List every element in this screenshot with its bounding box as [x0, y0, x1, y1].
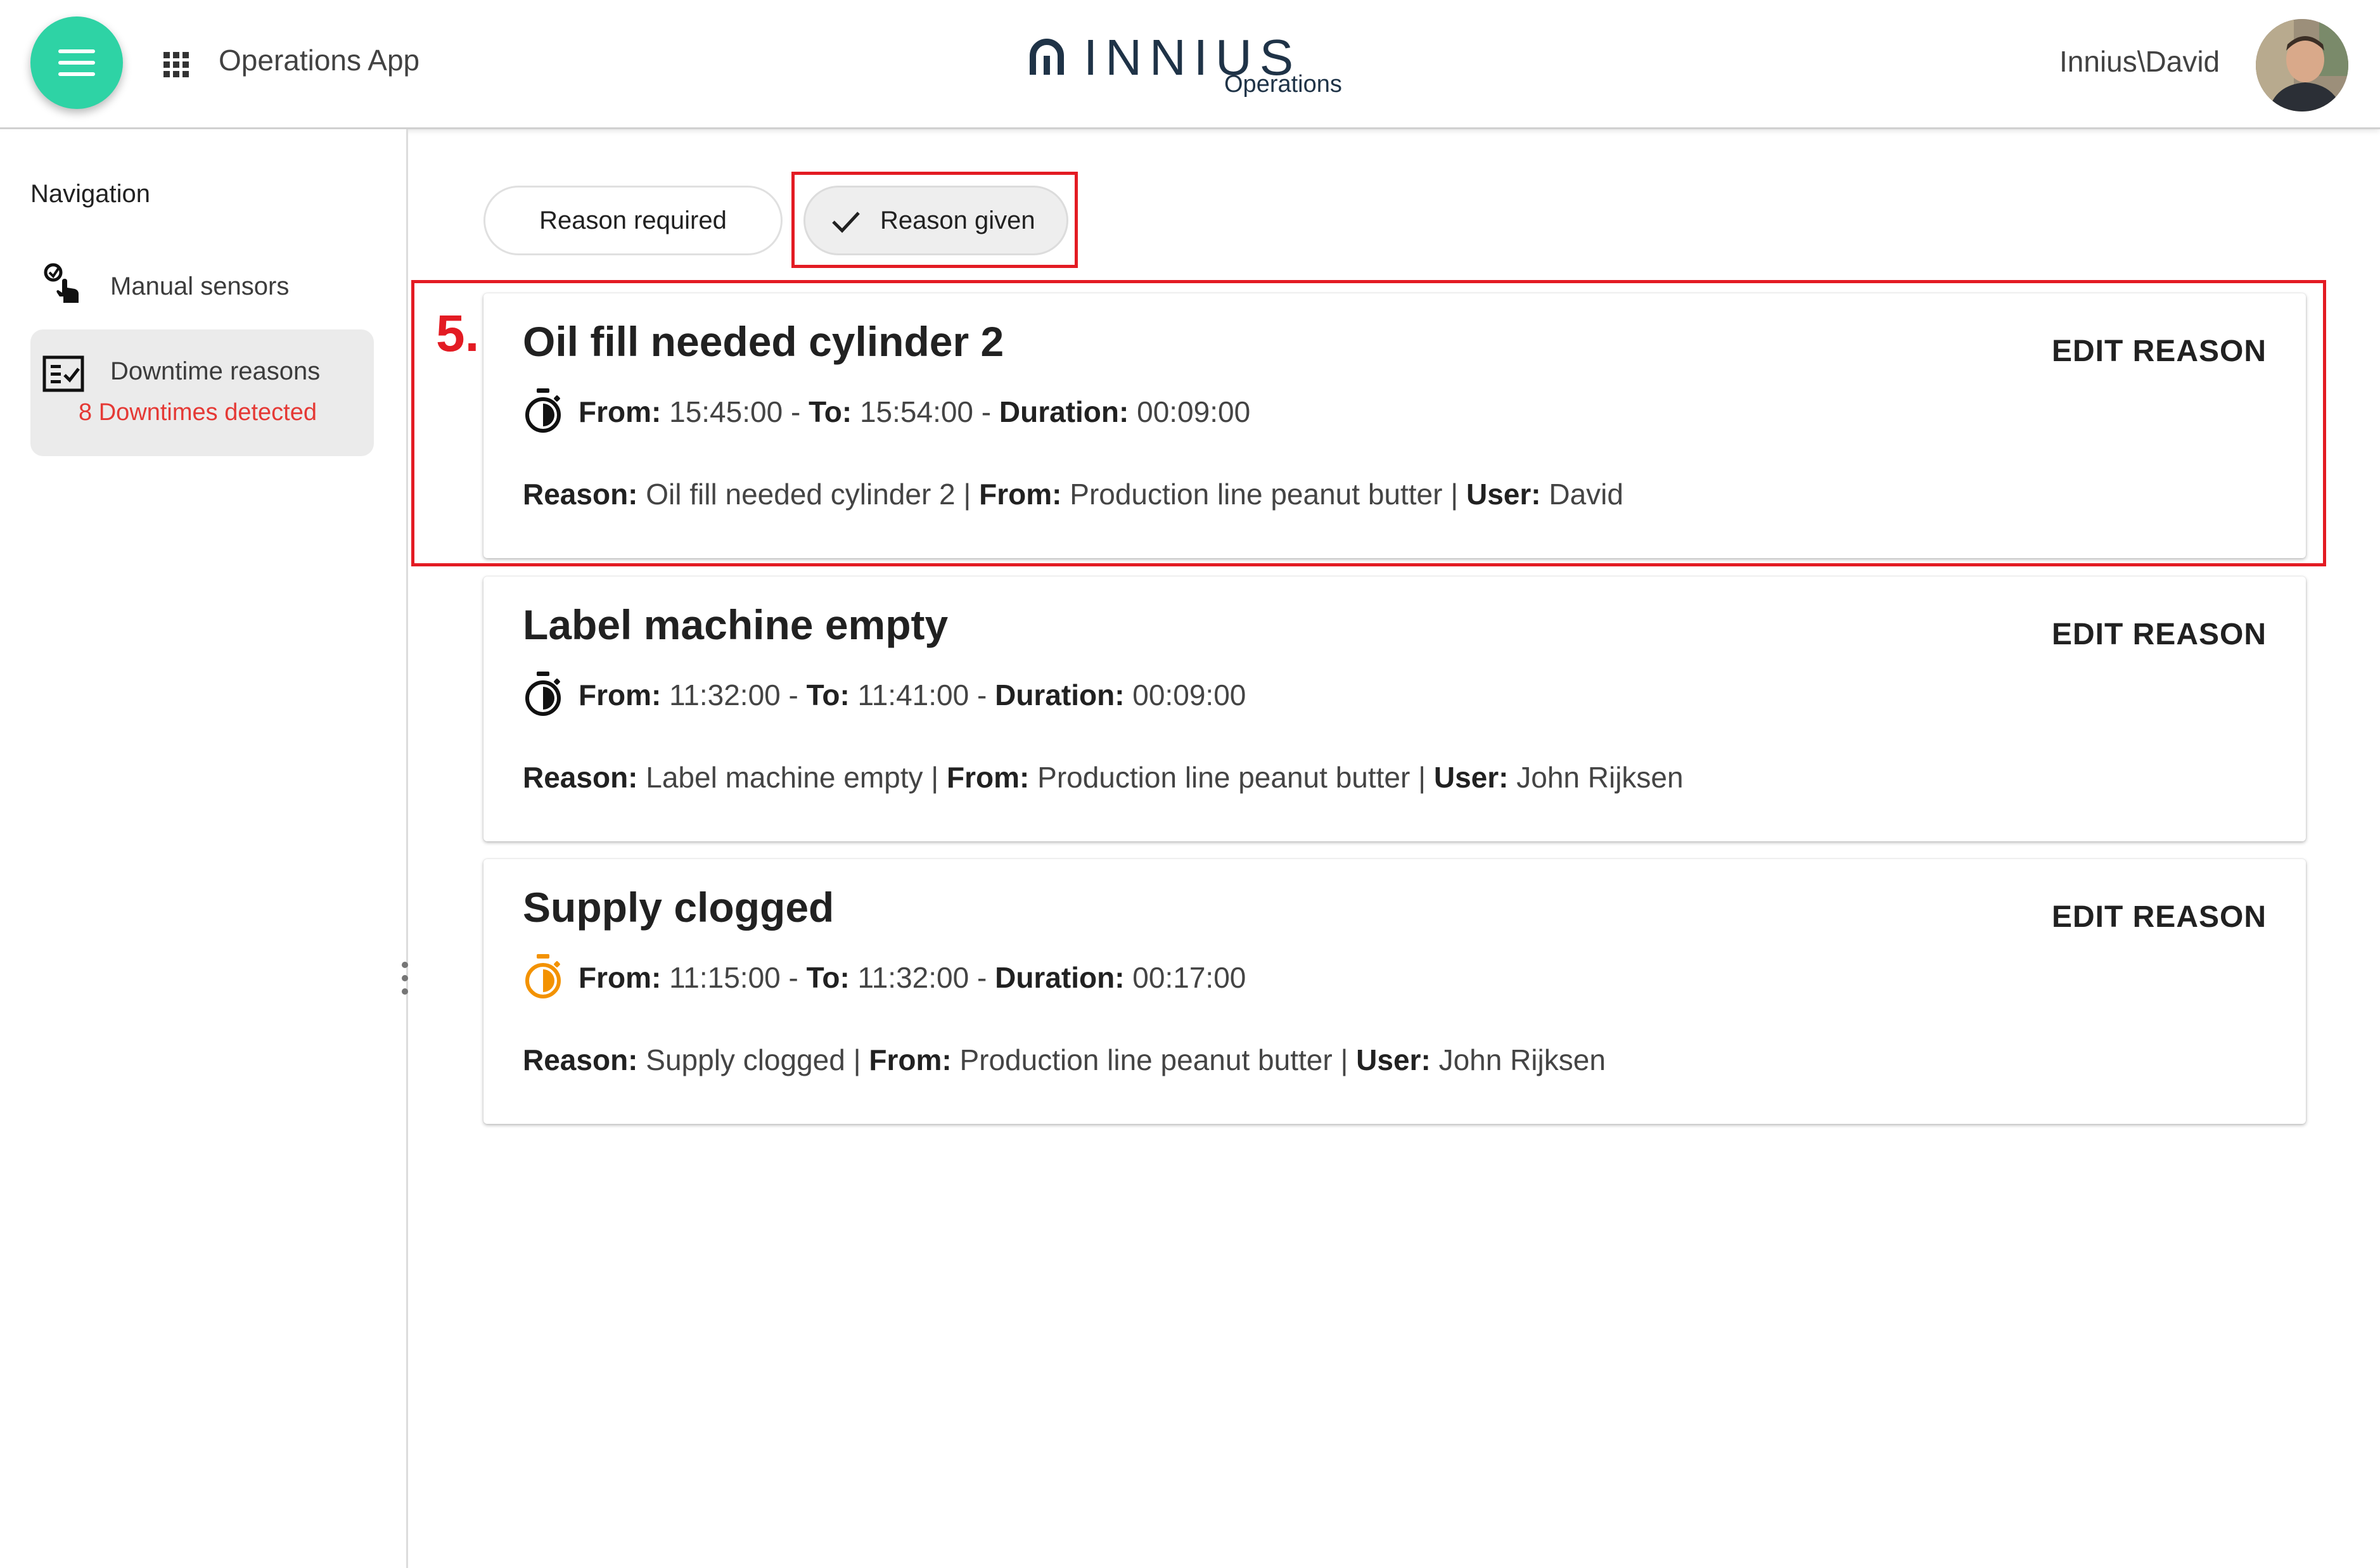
source-label: From:: [947, 761, 1030, 794]
source-value: Production line peanut butter: [959, 1043, 1333, 1076]
to-value: 11:41:00: [857, 679, 969, 711]
sidebar: Navigation Manual sensors Downtime reaso…: [0, 129, 408, 1568]
user-label: User:: [1433, 761, 1509, 794]
user-label: User:: [1356, 1043, 1431, 1076]
user-value: John Rijksen: [1438, 1043, 1606, 1076]
step-number: 5.: [436, 305, 480, 362]
downtime-card: Label machine empty EDIT REASON From: 11…: [483, 577, 2306, 841]
downtime-time-range: From: 11:15:00 - To: 11:32:00 - Duration…: [579, 960, 1246, 995]
reason-value: Supply clogged: [646, 1043, 845, 1076]
app-header: Operations App INNIUS Operations Innius\…: [0, 0, 2380, 129]
from-label: From:: [579, 961, 662, 994]
to-label: To:: [806, 961, 850, 994]
user-avatar[interactable]: [2256, 19, 2348, 112]
sidebar-item-label: Downtime reasons: [110, 357, 321, 385]
to-label: To:: [806, 679, 850, 711]
reason-value: Label machine empty: [646, 761, 923, 794]
duration-value: 00:09:00: [1137, 395, 1251, 428]
separator: -: [790, 395, 801, 428]
avatar-photo: [2256, 19, 2348, 112]
brand-logo: INNIUS Operations: [1027, 29, 1356, 105]
app-title[interactable]: Operations App: [219, 43, 419, 77]
sidebar-item-manual-sensors[interactable]: Manual sensors: [30, 252, 374, 322]
to-value: 11:32:00: [857, 961, 969, 994]
edit-reason-button[interactable]: EDIT REASON: [2052, 334, 2267, 369]
highlight-box-filter: [791, 172, 1078, 268]
downtime-time-range: From: 15:45:00 - To: 15:54:00 - Duration…: [579, 395, 1250, 429]
separator: |: [1418, 761, 1426, 794]
user-value: David: [1549, 478, 1623, 511]
separator: |: [931, 761, 939, 794]
source-value: Production line peanut butter: [1070, 478, 1443, 511]
to-value: 15:54:00: [859, 395, 974, 428]
downtime-reason-details: Reason: Label machine empty | From: Prod…: [523, 760, 1684, 794]
timer-icon: [525, 388, 561, 433]
separator: -: [981, 395, 992, 428]
downtime-time-range: From: 11:32:00 - To: 11:41:00 - Duration…: [579, 678, 1246, 712]
checklist-icon: [42, 355, 84, 392]
downtime-title: Supply clogged: [523, 884, 835, 931]
user-name[interactable]: Innius\David: [2059, 44, 2220, 79]
downtime-reason-details: Reason: Supply clogged | From: Productio…: [523, 1043, 1606, 1077]
duration-label: Duration:: [995, 679, 1125, 711]
reason-label: Reason:: [523, 478, 638, 511]
separator: -: [788, 961, 798, 994]
downtime-reason-details: Reason: Oil fill needed cylinder 2 | Fro…: [523, 477, 1623, 511]
edit-reason-button[interactable]: EDIT REASON: [2052, 900, 2267, 934]
timer-icon: [525, 672, 561, 716]
menu-button[interactable]: [30, 16, 123, 109]
duration-value: 00:17:00: [1132, 961, 1246, 994]
from-label: From:: [579, 395, 662, 428]
separator: -: [976, 679, 987, 711]
duration-label: Duration:: [995, 961, 1125, 994]
separator: |: [853, 1043, 861, 1076]
innius-logo-icon: [1030, 39, 1064, 75]
source-value: Production line peanut butter: [1037, 761, 1411, 794]
separator: |: [963, 478, 971, 511]
filter-chip-reason-required[interactable]: Reason required: [483, 186, 783, 255]
downtime-title: Oil fill needed cylinder 2: [523, 318, 1004, 365]
downtime-count-badge: 8 Downtimes detected: [79, 399, 317, 426]
from-value: 11:32:00: [669, 679, 781, 711]
brand-subtitle: Operations: [1224, 71, 1342, 98]
from-value: 15:45:00: [669, 395, 783, 428]
duration-label: Duration:: [999, 395, 1129, 428]
downtime-card: Supply clogged EDIT REASON From: 11:15:0…: [483, 859, 2306, 1124]
separator: -: [788, 679, 798, 711]
sidebar-item-label: Manual sensors: [110, 272, 290, 300]
edit-reason-button[interactable]: EDIT REASON: [2052, 617, 2267, 652]
to-label: To:: [809, 395, 852, 428]
timer-icon: [525, 954, 561, 998]
reason-label: Reason:: [523, 1043, 638, 1076]
user-label: User:: [1466, 478, 1541, 511]
chip-label: Reason required: [539, 206, 727, 234]
source-label: From:: [979, 478, 1062, 511]
menu-icon: [58, 49, 95, 76]
resize-handle-icon[interactable]: [400, 960, 409, 996]
reason-label: Reason:: [523, 761, 638, 794]
from-value: 11:15:00: [669, 961, 781, 994]
separator: |: [1450, 478, 1459, 511]
downtime-title: Label machine empty: [523, 601, 949, 648]
apps-grid-icon[interactable]: [163, 52, 189, 77]
reason-value: Oil fill needed cylinder 2: [646, 478, 956, 511]
sidebar-item-downtime-reasons[interactable]: Downtime reasons 8 Downtimes detected: [30, 329, 374, 456]
nav-heading: Navigation: [30, 180, 151, 208]
duration-value: 00:09:00: [1132, 679, 1246, 711]
from-label: From:: [579, 679, 662, 711]
source-label: From:: [869, 1043, 952, 1076]
touch-sensor-icon: [44, 263, 79, 303]
separator: |: [1340, 1043, 1348, 1076]
user-value: John Rijksen: [1516, 761, 1684, 794]
separator: -: [976, 961, 987, 994]
downtime-card: Oil fill needed cylinder 2 EDIT REASON F…: [483, 293, 2306, 558]
